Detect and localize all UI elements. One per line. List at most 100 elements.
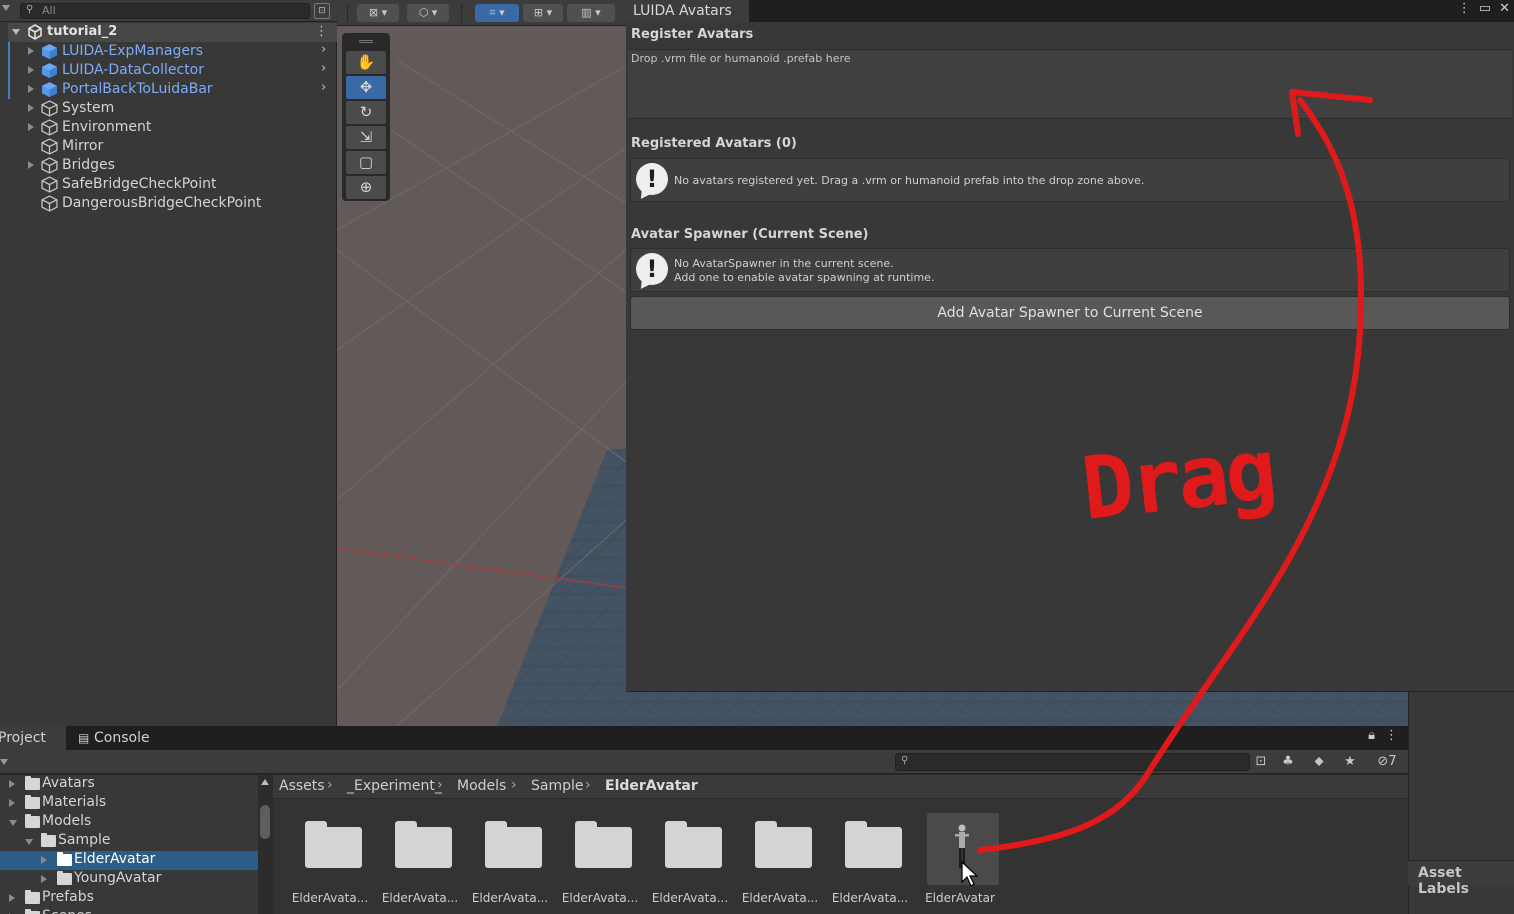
- favorite-star-icon[interactable]: ★: [1340, 753, 1360, 771]
- rect-icon[interactable]: ▢: [346, 151, 386, 174]
- asset-labels-section[interactable]: Asset Labels: [1408, 860, 1514, 897]
- hand-icon[interactable]: ✋: [346, 51, 386, 74]
- breadcrumb-item[interactable]: _Experiment_: [347, 778, 442, 794]
- tab-luida-avatars[interactable]: LUIDA Avatars: [626, 0, 749, 22]
- hierarchy-item[interactable]: DangerousBridgeCheckPoint: [8, 194, 337, 213]
- fold-open-icon[interactable]: [12, 29, 20, 35]
- hierarchy-item[interactable]: Bridges: [8, 156, 337, 175]
- lock-icon[interactable]: 🔒︎: [1368, 728, 1375, 743]
- hierarchy-item-label: System: [62, 100, 115, 116]
- hierarchy-item[interactable]: LUIDA-DataCollector ›: [8, 61, 337, 80]
- folder-asset-tile[interactable]: ElderAvata...: [375, 813, 465, 909]
- increment-snap-dropdown[interactable]: ⊞ ▾: [523, 4, 563, 22]
- fold-closed-icon[interactable]: [28, 123, 34, 131]
- open-prefab-chevron-icon[interactable]: ›: [321, 80, 326, 95]
- hierarchy-item-label: PortalBackToLuidaBar: [62, 81, 213, 97]
- folder-icon: [665, 821, 722, 868]
- project-folder-tree: Avatars Materials Models Sample ElderAvatar Y…: [0, 775, 258, 914]
- hierarchy-item-label: Environment: [62, 119, 152, 135]
- folder-tree-item[interactable]: ElderAvatar: [0, 851, 258, 870]
- fold-closed-icon[interactable]: [28, 66, 34, 74]
- maximize-icon[interactable]: ▭: [1479, 1, 1491, 16]
- fold-open-icon[interactable]: [25, 839, 33, 845]
- tab-console[interactable]: ▤ Console: [66, 726, 156, 750]
- create-dropdown-icon[interactable]: [0, 759, 8, 765]
- scrollbar-thumb[interactable]: [260, 805, 270, 839]
- tab-project[interactable]: Project: [0, 726, 66, 750]
- console-icon: ▤: [78, 731, 90, 745]
- folder-tree-item[interactable]: YoungAvatar: [0, 870, 258, 889]
- hierarchy-item[interactable]: SafeBridgeCheckPoint: [8, 175, 337, 194]
- folder-asset-tile[interactable]: ElderAvata...: [465, 813, 555, 909]
- hidden-packages-toggle[interactable]: ⊘7: [1372, 753, 1402, 771]
- scroll-up-icon[interactable]: [261, 779, 269, 785]
- fold-closed-icon[interactable]: [9, 799, 15, 807]
- shading-mode-dropdown[interactable]: ⬡ ▾: [407, 4, 449, 22]
- drag-handle[interactable]: [359, 40, 373, 43]
- kebab-menu-icon[interactable]: ⋮: [1385, 728, 1398, 743]
- folder-tree-item[interactable]: Sample: [0, 832, 258, 851]
- search-by-type-icon[interactable]: ⊡: [314, 3, 330, 19]
- fold-closed-icon[interactable]: [41, 875, 47, 883]
- gizmo-draw-mode-dropdown[interactable]: ⊠ ▾: [357, 4, 399, 22]
- fold-open-icon[interactable]: [9, 820, 17, 826]
- open-prefab-chevron-icon[interactable]: ›: [321, 61, 326, 76]
- create-dropdown-icon[interactable]: [2, 5, 10, 11]
- folder-tree-label: Materials: [42, 794, 107, 810]
- avatar-drop-zone[interactable]: Drop .vrm file or humanoid .prefab here: [628, 49, 1512, 119]
- scale-icon[interactable]: ⇲: [346, 126, 386, 149]
- window-controls: ⋮ ▭ ✕: [1450, 1, 1510, 16]
- fold-closed-icon[interactable]: [28, 47, 34, 55]
- overlay-dropdown[interactable]: ▥ ▾: [567, 4, 615, 22]
- add-avatar-spawner-button[interactable]: Add Avatar Spawner to Current Scene: [630, 296, 1510, 330]
- fold-closed-icon[interactable]: [28, 161, 34, 169]
- search-by-type-icon[interactable]: ⊡: [1251, 753, 1271, 771]
- fold-closed-icon[interactable]: [41, 856, 47, 864]
- kebab-menu-icon[interactable]: ⋮: [315, 24, 328, 39]
- folder-tree-item[interactable]: Avatars: [0, 775, 258, 794]
- folder-tree-item[interactable]: Models: [0, 813, 258, 832]
- scene-header-row[interactable]: tutorial_2 ⋮: [8, 23, 337, 42]
- folder-tree-item[interactable]: Materials: [0, 794, 258, 813]
- folder-asset-tile[interactable]: ElderAvata...: [645, 813, 735, 909]
- rotate-icon[interactable]: ↻: [346, 101, 386, 124]
- folder-asset-tile[interactable]: ElderAvata...: [735, 813, 825, 909]
- breadcrumb-item[interactable]: Sample: [531, 778, 584, 794]
- folder-tree-item[interactable]: Prefabs: [0, 889, 258, 908]
- folder-asset-tile[interactable]: ElderAvata...: [825, 813, 915, 909]
- folder-tree-label: YoungAvatar: [74, 870, 162, 886]
- prefab-cube-icon: [41, 43, 58, 60]
- folder-tree-item[interactable]: Scenes: [0, 908, 258, 914]
- luida-tabbar: LUIDA Avatars ⋮ ▭ ✕: [626, 0, 1514, 22]
- fold-closed-icon[interactable]: [9, 894, 15, 902]
- close-icon[interactable]: ✕: [1499, 1, 1510, 16]
- hierarchy-item[interactable]: Mirror: [8, 137, 337, 156]
- folder-asset-tile[interactable]: ElderAvata...: [555, 813, 645, 909]
- grid-snap-toggle[interactable]: ⌗ ▾: [475, 4, 519, 22]
- transform-icon[interactable]: ⊕: [346, 176, 386, 199]
- move-icon[interactable]: ✥: [346, 76, 386, 99]
- hierarchy-item[interactable]: System: [8, 99, 337, 118]
- filter-by-type-icon[interactable]: ♣: [1278, 753, 1298, 771]
- breadcrumb-item[interactable]: Models: [457, 778, 506, 794]
- hierarchy-search-input[interactable]: ⚲ All: [20, 3, 310, 19]
- hierarchy-item[interactable]: Environment: [8, 118, 337, 137]
- breadcrumb-item[interactable]: ElderAvatar: [605, 778, 698, 794]
- fold-closed-icon[interactable]: [28, 104, 34, 112]
- project-search-input[interactable]: ⚲: [895, 753, 1250, 771]
- breadcrumb-item[interactable]: Assets: [279, 778, 325, 794]
- fold-closed-icon[interactable]: [28, 85, 34, 93]
- kebab-menu-icon[interactable]: ⋮: [1458, 1, 1471, 16]
- prefab-override-bar: [8, 42, 10, 61]
- fold-closed-icon[interactable]: [9, 780, 15, 788]
- filter-by-label-icon[interactable]: ⬥: [1309, 753, 1329, 771]
- open-prefab-chevron-icon[interactable]: ›: [321, 42, 326, 57]
- hierarchy-toolbar: ⚲ All ⊡: [0, 0, 337, 22]
- hierarchy-item[interactable]: PortalBackToLuidaBar ›: [8, 80, 337, 99]
- tree-scrollbar[interactable]: [258, 775, 273, 914]
- hierarchy-item-label: LUIDA-ExpManagers: [62, 43, 204, 59]
- folder-tree-label: ElderAvatar: [74, 851, 156, 867]
- hierarchy-item-label: LUIDA-DataCollector: [62, 62, 205, 78]
- hierarchy-item[interactable]: LUIDA-ExpManagers ›: [8, 42, 337, 61]
- folder-asset-tile[interactable]: ElderAvata...: [285, 813, 375, 909]
